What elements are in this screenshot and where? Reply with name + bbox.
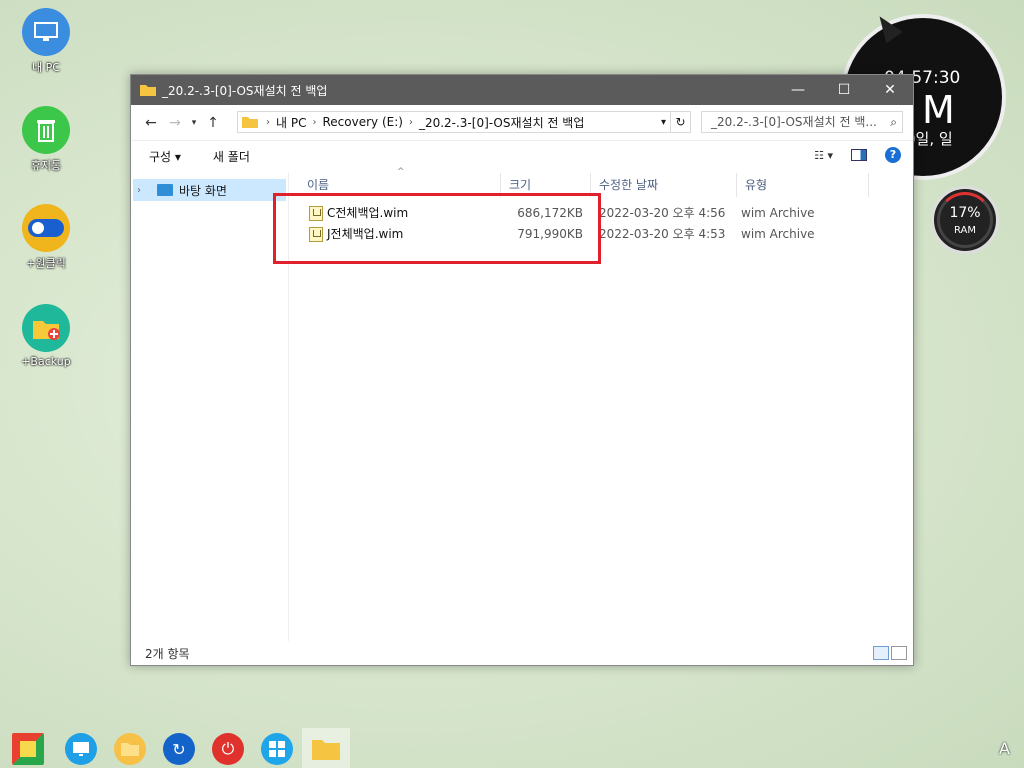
file-modified: 2022-03-20 오후 4:56 [599,206,726,220]
column-header-type[interactable]: 유형 [737,173,869,197]
refresh-icon[interactable]: ↻ [163,733,195,765]
folder-icon[interactable] [114,733,146,765]
nav-item-desktop[interactable]: › 바탕 화면 [133,179,286,201]
view-options-icon[interactable]: ☷ ▾ [814,149,833,162]
up-arrow-icon[interactable]: ↑ [201,115,225,131]
ram-gauge: 17% RAM [931,186,999,254]
desktop-icon-backup[interactable]: +Backup [14,304,78,368]
maximize-button[interactable]: ☐ [821,75,867,105]
preview-pane-icon[interactable] [851,149,867,161]
nav-item-label: 바탕 화면 [179,183,227,198]
item-count: 2개 항목 [145,647,190,661]
desktop-icon-recycle-bin[interactable]: 휴지통 [14,106,78,173]
desktop-icon-my-pc[interactable]: 내 PC [14,8,78,75]
file-modified: 2022-03-20 오후 4:53 [599,227,726,241]
desktop-icon-label: +원클릭 [26,257,66,270]
trash-icon [22,106,70,154]
corner-indicator: A [999,739,1010,758]
desktop-icon-label: 내 PC [32,61,60,74]
explorer-icon[interactable] [310,733,342,765]
folder-icon [140,85,156,96]
forward-arrow-icon[interactable]: → [163,115,187,131]
search-placeholder: _20.2-.3-[0]-OS재설치 전 백... [711,115,877,129]
breadcrumb-separator-icon: › [266,116,270,128]
title-bar[interactable]: _20.2-.3-[0]-OS재설치 전 백업 — ☐ ✕ [131,75,913,105]
ram-percent: 17% [949,205,981,221]
desktop-icon-label: 휴지통 [30,159,62,172]
windows-icon[interactable] [261,733,293,765]
folder-icon [242,117,258,128]
desktop-icon-oneclick[interactable]: +원클릭 [14,204,78,271]
monitor-icon[interactable] [65,733,97,765]
file-type: wim Archive [741,206,815,220]
command-bar: 구성 ▾ 새 폴더 ☷ ▾ ? [131,141,913,171]
address-bar[interactable]: › 내 PC › Recovery (E:) › _20.2-.3-[0]-OS… [237,111,671,133]
ram-label: RAM [953,225,976,236]
file-type: wim Archive [741,227,815,241]
desktop-icon [157,184,173,196]
sort-up-icon: ^ [397,167,405,177]
new-folder-button[interactable]: 새 폴더 [213,148,250,165]
recent-chevron-down-icon[interactable]: ▾ [187,118,201,128]
desktop-icon-label: +Backup [21,355,71,368]
back-arrow-icon[interactable]: ← [139,115,163,131]
address-chevron-down-icon[interactable]: ▾ [661,117,666,128]
search-icon: ⌕ [890,115,897,129]
help-icon[interactable]: ? [885,147,901,163]
highlight-box [273,193,601,264]
breadcrumb-separator-icon: › [408,116,413,128]
monitor-icon [22,8,70,56]
close-button[interactable]: ✕ [867,75,913,105]
refresh-icon[interactable]: ↻ [671,111,691,133]
taskbar: ↻ ⏻ [0,728,1024,768]
breadcrumb-current-folder[interactable]: _20.2-.3-[0]-OS재설치 전 백업 [419,114,584,131]
toggle-icon [22,204,70,252]
search-input[interactable]: _20.2-.3-[0]-OS재설치 전 백... ⌕ [701,111,903,133]
details-view-icon[interactable] [873,646,889,660]
large-icons-view-icon[interactable] [891,646,907,660]
status-bar: 2개 항목 [131,643,913,665]
breadcrumb-separator-icon: › [312,116,317,128]
folder-plus-icon [22,304,70,352]
column-header-modified[interactable]: 수정한 날짜 [591,173,737,197]
start-icon[interactable] [12,733,44,765]
navigation-pane: › 바탕 화면 [131,173,289,641]
explorer-window: _20.2-.3-[0]-OS재설치 전 백업 — ☐ ✕ ← → ▾ ↑ › … [130,74,914,666]
minimize-button[interactable]: — [775,75,821,105]
organize-button[interactable]: 구성 ▾ [149,148,181,165]
window-title: _20.2-.3-[0]-OS재설치 전 백업 [162,83,328,98]
power-icon[interactable]: ⏻ [212,733,244,765]
breadcrumb-my-pc[interactable]: 내 PC [276,114,306,131]
breadcrumb-recovery-drive[interactable]: Recovery (E:) [322,115,402,129]
clock-ampm: M [922,88,955,132]
expand-chevron-icon[interactable]: › [137,185,151,196]
